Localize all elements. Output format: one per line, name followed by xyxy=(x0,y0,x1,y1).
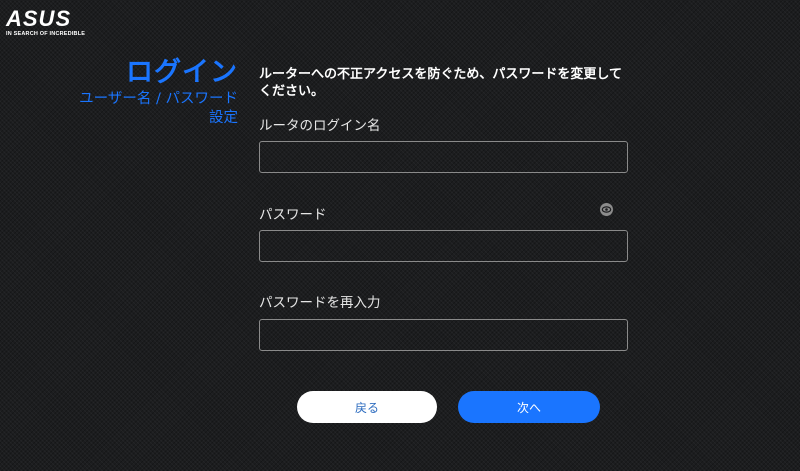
password-input[interactable] xyxy=(259,230,628,262)
password-confirm-input[interactable] xyxy=(259,319,628,351)
eye-icon[interactable] xyxy=(600,203,613,216)
back-button[interactable]: 戻る xyxy=(297,391,437,423)
logo-wordmark: ASUS xyxy=(6,6,72,31)
username-label: ルータのログイン名 xyxy=(259,118,381,134)
page-subtitle-line1: ユーザー名 / パスワード xyxy=(79,91,238,107)
page-subtitle: ユーザー名 / パスワード 設定 xyxy=(38,90,238,128)
page-title: ログイン xyxy=(126,57,238,88)
password-label: パスワード xyxy=(259,207,327,223)
asus-logo: ASUS IN SEARCH OF INCREDIBLE xyxy=(6,6,86,38)
page-heading: ログイン ユーザー名 / パスワード 設定 xyxy=(38,58,238,128)
next-button[interactable]: 次へ xyxy=(458,391,600,423)
password-confirm-label: パスワードを再入力 xyxy=(259,295,381,311)
login-form: ルーターへの不正アクセスを防ぐため、パスワードを変更してください。 ルータのログ… xyxy=(259,66,639,351)
logo-tagline: IN SEARCH OF INCREDIBLE xyxy=(6,31,86,37)
page-subtitle-line2: 設定 xyxy=(209,110,238,126)
username-input[interactable] xyxy=(259,141,628,173)
password-change-notice: ルーターへの不正アクセスを防ぐため、パスワードを変更してください。 xyxy=(259,67,622,99)
